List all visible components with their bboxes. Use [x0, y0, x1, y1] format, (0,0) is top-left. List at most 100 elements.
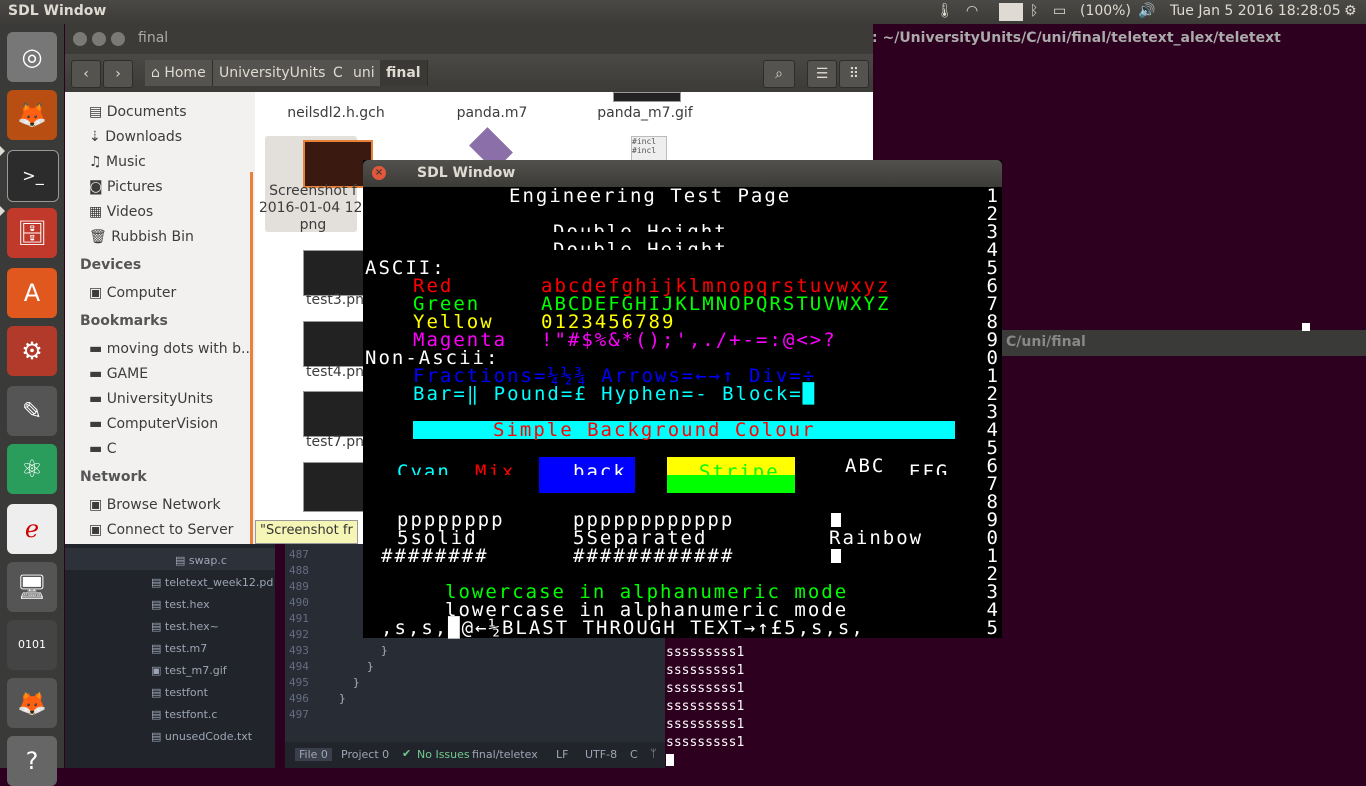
- tree-label: unusedCode.txt: [164, 730, 253, 743]
- line-number: 497: [289, 708, 309, 721]
- text-editor-icon[interactable]: ✎: [7, 386, 57, 436]
- list-view-button[interactable]: ☰: [807, 60, 837, 88]
- crumb-home[interactable]: ⌂ Home: [145, 60, 213, 86]
- bluetooth-icon[interactable]: ᛒ: [1030, 3, 1038, 19]
- tree-label: test.hex~: [164, 620, 219, 633]
- sidebar-item-computer[interactable]: ▣ Computer: [89, 285, 176, 301]
- ubuntu-dash-icon[interactable]: ◎: [7, 32, 57, 82]
- terminal-icon[interactable]: >_: [7, 150, 59, 202]
- terminal-line: sssssssss1: [666, 699, 745, 714]
- git-branch-icon[interactable]: ᛘ: [650, 747, 657, 760]
- tree-item[interactable]: ▤ test.hex: [151, 598, 210, 611]
- computer-icon[interactable]: 🖥: [7, 562, 57, 612]
- code-brace: }: [367, 660, 374, 673]
- folder-icon: ▬: [89, 341, 103, 357]
- close-button[interactable]: [73, 32, 87, 46]
- status-lang[interactable]: C: [630, 748, 638, 761]
- help-icon[interactable]: ?: [7, 736, 57, 786]
- tree-item[interactable]: ▤ testfont: [151, 686, 208, 699]
- software-center-icon[interactable]: A: [7, 268, 57, 318]
- folder-icon: ▬: [89, 416, 103, 432]
- atom-icon[interactable]: ⚛: [7, 444, 57, 494]
- status-project[interactable]: Project 0: [341, 748, 389, 761]
- status-file[interactable]: File 0: [295, 748, 332, 761]
- gimp-icon[interactable]: 🦊: [7, 678, 57, 728]
- crumb-home-label: Home: [164, 65, 206, 81]
- tree-item[interactable]: ▤ test.hex~: [151, 620, 219, 633]
- folder-icon: ▬: [89, 441, 103, 457]
- system-settings-icon[interactable]: ⚙: [7, 326, 57, 376]
- search-button[interactable]: ⌕: [763, 60, 795, 88]
- sidebar-item-documents[interactable]: ▤ Documents: [89, 104, 187, 120]
- battery-percent[interactable]: (100%): [1080, 3, 1131, 19]
- tree-item[interactable]: ▣ test_m7.gif: [151, 664, 227, 677]
- tree-item[interactable]: ▤ testfont.c: [151, 708, 217, 721]
- minimize-button[interactable]: [92, 32, 106, 46]
- line-number: 494: [289, 660, 309, 673]
- terminal-line: sssssssss1: [666, 681, 745, 696]
- files-icon[interactable]: 🗄: [7, 208, 57, 258]
- status-encoding[interactable]: UTF-8: [585, 748, 617, 761]
- top-panel: SDL Window 🌡 ◠ En ᛒ ▭ (100%) 🔊 Tue Jan 5…: [0, 0, 1366, 24]
- line-number: 487: [289, 548, 309, 561]
- terminal-line: sssssssss1: [666, 663, 745, 678]
- sidebar-item-bookmark[interactable]: ▬ C: [89, 441, 116, 457]
- crumb-universityunits[interactable]: UniversityUnits: [213, 60, 333, 86]
- sidebar-item-videos[interactable]: ▦ Videos: [89, 204, 153, 220]
- keyboard-indicator[interactable]: En: [999, 3, 1023, 21]
- battery-icon[interactable]: ▭: [1053, 3, 1066, 19]
- status-path[interactable]: final/teletex: [472, 748, 538, 761]
- wifi-icon[interactable]: ◠: [966, 3, 978, 19]
- sidebar-label: C: [106, 441, 117, 457]
- trash-icon: 🗑: [89, 229, 107, 245]
- document-viewer-icon[interactable]: ℯ: [7, 504, 57, 554]
- tree-item[interactable]: ▤ swap.c: [175, 554, 227, 567]
- film-icon: ▦: [89, 204, 103, 220]
- binary-icon[interactable]: 0101: [7, 620, 57, 670]
- thermometer-icon[interactable]: 🌡: [936, 3, 954, 19]
- running-indicator: [0, 146, 5, 156]
- gear-icon[interactable]: ⚙: [1344, 3, 1357, 19]
- firefox-icon[interactable]: 🦊: [7, 90, 57, 140]
- sidebar-item-bookmark[interactable]: ▬ ComputerVision: [89, 416, 218, 432]
- network-icon: ▣: [89, 497, 103, 513]
- clock[interactable]: Tue Jan 5 2016 18:28:05: [1170, 3, 1341, 19]
- forward-button[interactable]: ›: [103, 60, 133, 88]
- tree-label: swap.c: [188, 554, 227, 567]
- line-number: 490: [289, 596, 309, 609]
- tooltip: "Screenshot fr: [255, 520, 358, 544]
- sidebar-item-bookmark[interactable]: ▬ GAME: [89, 366, 148, 382]
- sidebar-item-downloads[interactable]: ⇣ Downloads: [89, 129, 182, 145]
- sidebar-item-bookmark[interactable]: ▬ UniversityUnits: [89, 391, 213, 407]
- tt-blue-block: [539, 457, 571, 493]
- file-item[interactable]: neilsdl2.h.gch: [271, 105, 401, 121]
- file-item[interactable]: panda.m7: [427, 105, 557, 121]
- maximize-button[interactable]: [111, 32, 125, 46]
- status-eol[interactable]: LF: [556, 748, 568, 761]
- sidebar-item-rubbish-bin[interactable]: 🗑 Rubbish Bin: [89, 229, 194, 245]
- sidebar-item-pictures[interactable]: ◙ Pictures: [89, 179, 163, 195]
- sidebar-item-music[interactable]: ♫ Music: [89, 154, 146, 170]
- tree-label: testfont: [164, 686, 208, 699]
- tree-item[interactable]: ▤ unusedCode.txt: [151, 730, 252, 743]
- sidebar-item-browse-network[interactable]: ▣ Browse Network: [89, 497, 221, 513]
- fm-sidebar: ▤ Documents ⇣ Downloads ♫ Music ◙ Pictur…: [65, 92, 255, 544]
- tree-label: test.hex: [164, 598, 210, 611]
- tt-mix: Mix: [475, 463, 516, 475]
- back-button[interactable]: ‹: [71, 60, 101, 88]
- crumb-uni[interactable]: uni: [347, 60, 382, 86]
- volume-icon[interactable]: 🔊: [1138, 3, 1155, 19]
- sidebar-item-connect-server[interactable]: ▣ Connect to Server: [89, 522, 233, 538]
- tt-block: [831, 549, 841, 563]
- tree-item[interactable]: ▤ test.m7: [151, 642, 207, 655]
- sidebar-item-bookmark[interactable]: ▬ moving dots with b...: [89, 341, 254, 357]
- grid-view-button[interactable]: ⠿: [839, 60, 869, 88]
- close-button[interactable]: ×: [372, 166, 386, 180]
- tt-cyan: Cyan: [397, 463, 451, 475]
- status-issues[interactable]: No Issues: [417, 748, 470, 761]
- crumb-final[interactable]: final: [380, 60, 428, 86]
- tree-item[interactable]: ▤ teletext_week12.pd: [151, 576, 273, 589]
- teletext-screen: 1234567890123456789012345 Engineering Te…: [363, 187, 1002, 638]
- sdl-titlebar: × SDL Window: [363, 160, 1002, 187]
- file-item[interactable]: panda_m7.gif: [580, 105, 710, 121]
